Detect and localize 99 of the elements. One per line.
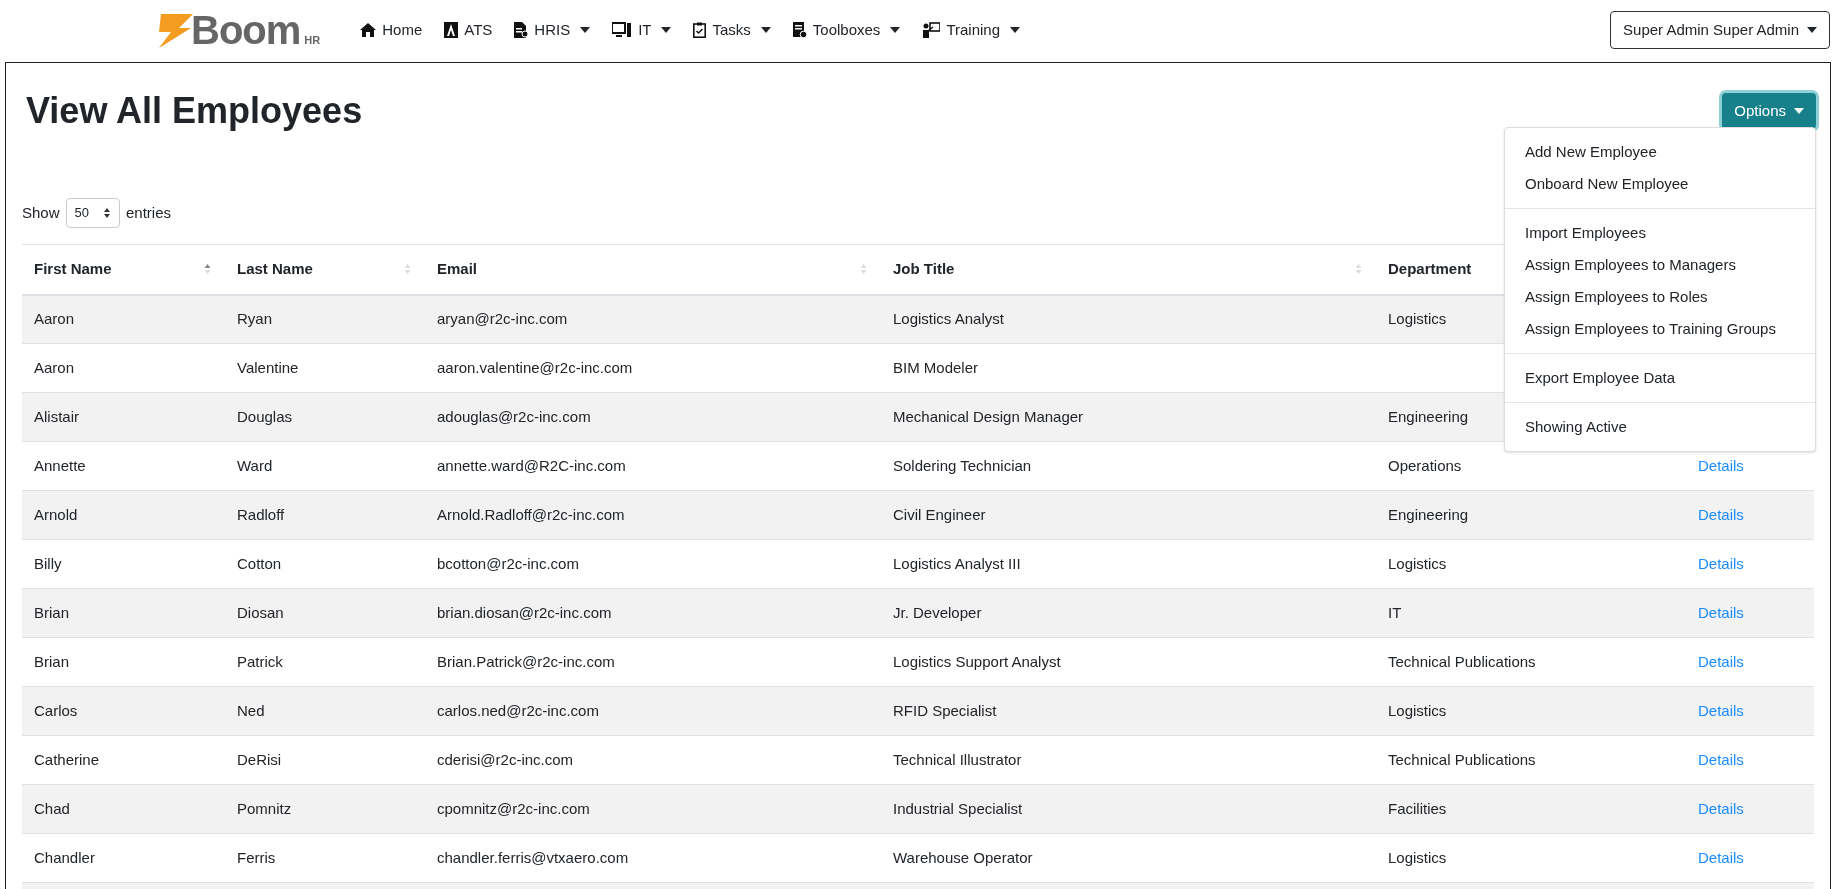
- column-header[interactable]: Last Name: [237, 258, 313, 281]
- menu-item[interactable]: Assign Employees to Roles: [1505, 281, 1815, 313]
- table-cell: Logistics Analyst: [893, 310, 1004, 327]
- table-cell: Ryan: [237, 310, 273, 327]
- menu-item[interactable]: Onboard New Employee: [1505, 168, 1815, 200]
- table-cell: Technical Publications: [1388, 652, 1536, 670]
- table-cell: Catherine: [34, 750, 100, 768]
- table-cell: Diosan: [237, 603, 284, 621]
- table-cell: Facilities: [1388, 799, 1447, 817]
- table-cell: Logistics: [1388, 848, 1447, 866]
- caret-icon: [1807, 27, 1817, 33]
- show-label: Show: [22, 202, 60, 223]
- table-cell: Technical Publications: [1388, 750, 1536, 768]
- table-cell: RFID Specialist: [893, 701, 997, 719]
- table-cell: Annette: [34, 456, 86, 474]
- table-cell: Chad: [34, 799, 70, 817]
- table-cell: Carlos: [34, 701, 78, 719]
- nav-link[interactable]: Toolboxes: [792, 18, 901, 42]
- entries-select[interactable]: 50: [65, 198, 120, 228]
- menu-item[interactable]: Export Employee Data: [1505, 362, 1815, 394]
- table-cell: Warehouse Operator: [893, 848, 1033, 866]
- table-cell: Alistair: [34, 407, 79, 425]
- sort-icon[interactable]: [204, 263, 211, 276]
- table-cell: Mechanical Design Manager: [893, 407, 1084, 425]
- document-icon: [514, 22, 529, 38]
- menu-item[interactable]: Add New Employee: [1505, 136, 1815, 168]
- menu-item[interactable]: Assign Employees to Managers: [1505, 249, 1815, 281]
- table-cell: Logistics Support Analyst: [893, 652, 1061, 670]
- table-cell: Brian.Patrick@r2c-inc.com: [437, 652, 615, 670]
- table-cell: aryan@r2c-inc.com: [437, 310, 568, 327]
- user-menu-button[interactable]: Super Admin Super Admin: [1610, 11, 1830, 49]
- column-header[interactable]: First Name: [34, 258, 112, 281]
- table-cell: Radloff: [237, 505, 285, 523]
- table-cell: Billy: [34, 554, 62, 572]
- table-cell: Pomnitz: [237, 799, 292, 817]
- table-cell: Jr. Developer: [893, 603, 982, 621]
- nav-link[interactable]: ATS: [444, 18, 493, 42]
- table-cell: Arnold: [34, 505, 78, 523]
- table-cell: Soldering Technician: [893, 456, 1032, 474]
- table-cell: Patrick: [237, 652, 283, 670]
- page-title: View All Employees: [25, 89, 363, 133]
- caret-icon: [1794, 108, 1804, 114]
- table-cell: Brian: [34, 603, 70, 621]
- table-cell: Engineering: [1388, 407, 1469, 425]
- table-cell: Logistics Analyst III: [893, 554, 1021, 572]
- nav-link[interactable]: Training: [922, 18, 1020, 42]
- logo-suffix: HR: [304, 32, 321, 48]
- menu-item[interactable]: Assign Employees to Training Groups: [1505, 313, 1815, 345]
- table-cell: aaron.valentine@r2c-inc.com: [437, 358, 633, 376]
- table-cell: cpomnitz@r2c-inc.com: [437, 799, 590, 817]
- menu-item[interactable]: Import Employees: [1505, 217, 1815, 249]
- table-cell: Cotton: [237, 554, 282, 572]
- table-cell: DeRisi: [237, 750, 282, 768]
- table-cell: Logistics: [1388, 310, 1447, 327]
- logo[interactable]: Boom HR: [155, 10, 321, 50]
- table-cell: bcotton@r2c-inc.com: [437, 554, 579, 572]
- sort-arrows-icon: [103, 207, 111, 219]
- menu-item[interactable]: Showing Active: [1505, 411, 1815, 443]
- options-button[interactable]: Options: [1722, 93, 1816, 129]
- table-cell: IT: [1388, 603, 1402, 621]
- table-cell: Brian: [34, 652, 70, 670]
- entries-label: entries: [126, 202, 172, 223]
- table-cell: Civil Engineer: [893, 505, 986, 523]
- table-cell: Douglas: [237, 407, 293, 425]
- table-cell: Aaron: [34, 358, 75, 376]
- table-cell: Arnold.Radloff@r2c-inc.com: [437, 505, 625, 523]
- column-header[interactable]: Email: [437, 258, 478, 281]
- logo-text: Boom: [191, 10, 301, 50]
- table-cell: Engineering: [1388, 505, 1469, 523]
- table-cell: Technical Illustrator: [893, 750, 1022, 768]
- letter-a-icon: [444, 22, 459, 38]
- table-cell: carlos.ned@r2c-inc.com: [437, 701, 599, 719]
- home-icon: [360, 23, 377, 37]
- nav-link[interactable]: IT: [612, 18, 672, 42]
- table-cell: Ward: [237, 456, 273, 474]
- nav-link[interactable]: Tasks: [693, 18, 771, 42]
- table-cell: Ned: [237, 701, 265, 719]
- presenter-icon: [922, 22, 941, 38]
- table-cell: Aaron: [34, 310, 75, 327]
- table-cell: Chandler: [34, 848, 95, 866]
- table-cell: cderisi@r2c-inc.com: [437, 750, 574, 768]
- table-cell: Logistics: [1388, 701, 1447, 719]
- computer-icon: [612, 22, 633, 38]
- table-cell: Valentine: [237, 358, 299, 376]
- table-cell: Industrial Specialist: [893, 799, 1023, 817]
- column-header[interactable]: Job Title: [893, 258, 955, 281]
- table-cell: adouglas@r2c-inc.com: [437, 407, 591, 425]
- document-check-icon: [792, 22, 807, 38]
- column-header[interactable]: Department: [1388, 258, 1472, 281]
- table-cell: chandler.ferris@vtxaero.com: [437, 848, 629, 866]
- table-cell: brian.diosan@r2c-inc.com: [437, 603, 612, 621]
- table-cell: BIM Modeler: [893, 358, 979, 376]
- table-cell: Logistics: [1388, 554, 1447, 572]
- nav-link[interactable]: Home: [360, 18, 423, 42]
- nav-link[interactable]: HRIS: [514, 18, 591, 42]
- table-cell: Operations: [1388, 456, 1462, 474]
- table-cell: Ferris: [237, 848, 276, 866]
- table-cell: annette.ward@R2C-inc.com: [437, 456, 626, 474]
- clipboard-check-icon: [693, 22, 707, 38]
